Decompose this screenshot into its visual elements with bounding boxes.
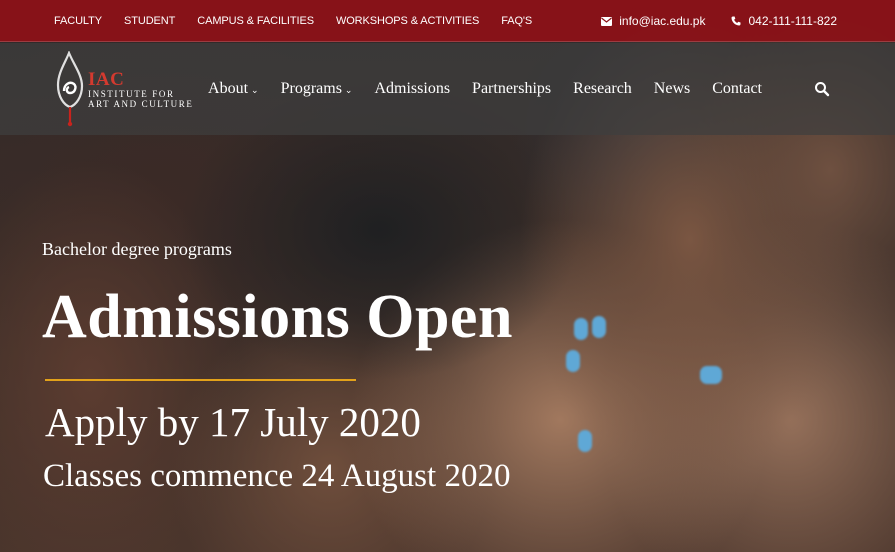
top-link-faculty[interactable]: FACULTY [54,15,102,27]
chevron-down-icon: ⌄ [344,84,353,95]
top-link-student[interactable]: STUDENT [124,15,175,27]
main-header: IAC INSTITUTE FOR ART AND CULTURE About … [0,43,895,135]
nav-programs[interactable]: Programs ⌄ [281,80,353,98]
site-logo[interactable]: IAC INSTITUTE FOR ART AND CULTURE [54,51,192,127]
envelope-icon [601,16,613,26]
hero-divider [45,379,356,381]
nav-programs-label: Programs [280,80,342,97]
hero-kicker: Bachelor degree programs [42,239,232,259]
nav-research[interactable]: Research [573,80,632,98]
nav-admissions[interactable]: Admissions [374,80,450,98]
nav-about-label: About [208,80,249,97]
logo-line-1: INSTITUTE FOR [88,89,175,99]
nav-about[interactable]: About ⌄ [208,80,259,98]
hero-classes-start: Classes commence 24 August 2020 [43,458,511,494]
nav-partnerships[interactable]: Partnerships [472,80,551,98]
logo-flame-emblem [56,51,84,127]
phone-icon [731,16,741,26]
logo-abbreviation: IAC [88,69,125,90]
hero-apply-deadline: Apply by 17 July 2020 [45,399,421,445]
email-contact[interactable]: info@iac.edu.pk [601,14,705,28]
chevron-down-icon: ⌄ [251,84,259,95]
search-icon[interactable] [814,81,830,97]
contact-info: info@iac.edu.pk 042-111-111-822 [575,0,837,42]
email-text: info@iac.edu.pk [619,14,706,28]
phone-contact[interactable]: 042-111-111-822 [731,14,837,28]
logo-text: IAC INSTITUTE FOR ART AND CULTURE [88,69,194,109]
top-link-workshops-activities[interactable]: WORKSHOPS & ACTIVITIES [336,15,479,27]
phone-text: 042-111-111-822 [748,14,837,28]
top-link-campus-facilities[interactable]: CAMPUS & FACILITIES [197,15,314,27]
nav-news[interactable]: News [654,80,690,98]
nav-contact[interactable]: Contact [712,80,762,98]
top-utility-bar: FACULTY STUDENT CAMPUS & FACILITIES WORK… [0,0,895,42]
top-utility-nav: FACULTY STUDENT CAMPUS & FACILITIES WORK… [54,0,554,42]
top-link-faqs[interactable]: FAQ'S [501,15,532,27]
hero-headline: Admissions Open [42,283,513,351]
logo-line-2: ART AND CULTURE [88,99,194,109]
main-nav: About ⌄ Programs ⌄ Admissions Partnershi… [186,43,762,135]
